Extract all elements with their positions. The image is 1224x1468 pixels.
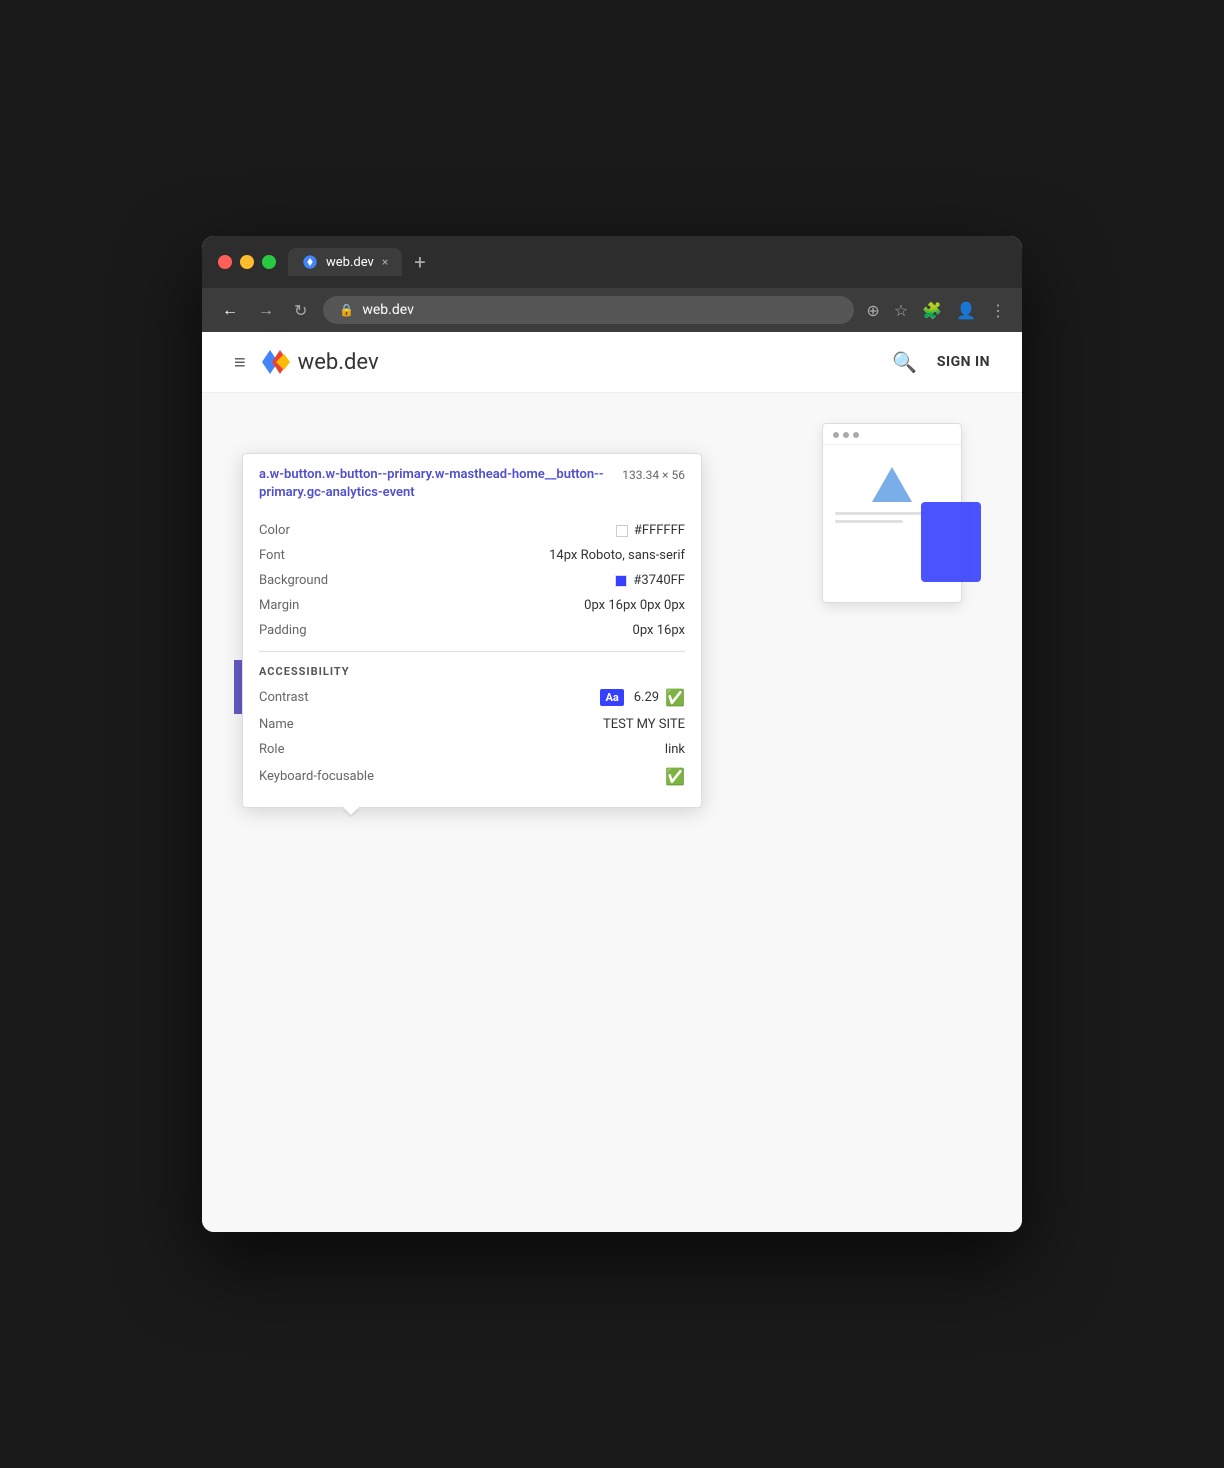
- role-value: link: [665, 742, 685, 757]
- contrast-value: Aa 6.29 ✅: [600, 688, 685, 707]
- tooltip-background-row: Background #3740FF: [259, 568, 685, 593]
- tooltip-keyboard-row: Keyboard-focusable ✅: [259, 762, 685, 791]
- maximize-button[interactable]: [262, 255, 276, 269]
- browser-window: web.dev × + ← → ↻ 🔒 web.dev ⊕ ☆ 🧩 👤 ⋮ ≡: [202, 236, 1022, 1232]
- refresh-button[interactable]: ↻: [290, 297, 311, 324]
- background-label: Background: [259, 573, 328, 588]
- tab-favicon-icon: [302, 254, 318, 270]
- hero-section: a.w-button.w-button--primary.w-masthead-…: [202, 393, 1022, 754]
- browser-tab[interactable]: web.dev ×: [288, 248, 402, 276]
- search-icon[interactable]: 🔍: [892, 350, 917, 374]
- font-label: Font: [259, 548, 285, 563]
- hero-illustration: [822, 423, 1002, 643]
- margin-value: 0px 16px 0px 0px: [584, 598, 685, 613]
- url-bar[interactable]: 🔒 web.dev: [323, 296, 854, 324]
- contrast-check-icon: ✅: [665, 688, 685, 707]
- tooltip-padding-row: Padding 0px 16px: [259, 618, 685, 643]
- extensions-icon[interactable]: 🧩: [922, 301, 942, 320]
- font-value: 14px Roboto, sans-serif: [549, 548, 685, 563]
- header-right: 🔍 SIGN IN: [892, 350, 990, 374]
- page-content: ≡ web.dev 🔍 SIGN IN a.w: [202, 332, 1022, 1232]
- role-label: Role: [259, 742, 284, 757]
- element-inspector-tooltip: a.w-button.w-button--primary.w-masthead-…: [242, 453, 702, 808]
- mockup-dot-3: [853, 432, 859, 438]
- browser-action-buttons: ⊕ ☆ 🧩 👤 ⋮: [866, 301, 1006, 320]
- webdev-logo-icon: [262, 348, 290, 376]
- profile-icon[interactable]: 👤: [956, 301, 976, 320]
- header-left: ≡ web.dev: [234, 348, 379, 376]
- keyboard-value: ✅: [665, 767, 685, 786]
- url-text: web.dev: [362, 302, 414, 318]
- mockup-line-1: [835, 512, 926, 515]
- tooltip-arrow: [343, 807, 359, 815]
- new-tab-button[interactable]: +: [414, 250, 425, 274]
- browser-mockup-illustration: [822, 423, 962, 603]
- mockup-dot-1: [833, 432, 839, 438]
- tab-bar: web.dev × +: [288, 248, 1006, 276]
- tooltip-accessibility-header: ACCESSIBILITY: [259, 660, 685, 683]
- accessibility-divider: [259, 651, 685, 652]
- minimize-button[interactable]: [240, 255, 254, 269]
- mockup-dot-2: [843, 432, 849, 438]
- back-button[interactable]: ←: [218, 296, 242, 324]
- menu-icon[interactable]: ⋮: [990, 301, 1006, 320]
- keyboard-label: Keyboard-focusable: [259, 769, 374, 784]
- mockup-triangle-shape: [872, 467, 912, 502]
- address-bar: ← → ↻ 🔒 web.dev ⊕ ☆ 🧩 👤 ⋮: [202, 288, 1022, 332]
- title-bar: web.dev × +: [202, 236, 1022, 288]
- forward-button[interactable]: →: [254, 296, 278, 324]
- tooltip-header: a.w-button.w-button--primary.w-masthead-…: [243, 454, 701, 510]
- contrast-badge: Aa: [600, 689, 623, 706]
- site-logo[interactable]: web.dev: [262, 348, 379, 376]
- sign-in-button[interactable]: SIGN IN: [937, 354, 990, 370]
- tooltip-body: Color #FFFFFF Font 14px Roboto, sans-ser…: [243, 510, 701, 807]
- mockup-dots: [823, 424, 961, 445]
- color-swatch-white: [616, 525, 628, 537]
- close-button[interactable]: [218, 255, 232, 269]
- background-value: #3740FF: [615, 573, 685, 588]
- padding-label: Padding: [259, 623, 307, 638]
- tooltip-name-row: Name TEST MY SITE: [259, 712, 685, 737]
- accessibility-label: ACCESSIBILITY: [259, 665, 350, 678]
- tooltip-contrast-row: Contrast Aa 6.29 ✅: [259, 683, 685, 712]
- tab-close-icon[interactable]: ×: [382, 255, 388, 269]
- name-label: Name: [259, 717, 294, 732]
- background-swatch-icon: [615, 575, 627, 587]
- contrast-label: Contrast: [259, 690, 309, 705]
- site-header: ≡ web.dev 🔍 SIGN IN: [202, 332, 1022, 393]
- mockup-line-2: [835, 520, 903, 523]
- mockup-accent-block: [921, 502, 981, 582]
- tooltip-margin-row: Margin 0px 16px 0px 0px: [259, 593, 685, 618]
- zoom-icon[interactable]: ⊕: [866, 301, 879, 320]
- tab-title: web.dev: [326, 255, 374, 270]
- tooltip-dimensions: 133.34 × 56: [622, 466, 685, 482]
- color-label: Color: [259, 523, 290, 538]
- tooltip-font-row: Font 14px Roboto, sans-serif: [259, 543, 685, 568]
- site-name: web.dev: [298, 350, 379, 375]
- traffic-lights: [218, 255, 276, 269]
- tooltip-role-row: Role link: [259, 737, 685, 762]
- hamburger-menu[interactable]: ≡: [234, 350, 246, 375]
- bookmark-icon[interactable]: ☆: [894, 301, 908, 320]
- color-value: #FFFFFF: [616, 523, 685, 538]
- lock-icon: 🔒: [339, 303, 354, 317]
- margin-label: Margin: [259, 598, 299, 613]
- padding-value: 0px 16px: [633, 623, 685, 638]
- tooltip-color-row: Color #FFFFFF: [259, 518, 685, 543]
- name-value: TEST MY SITE: [603, 717, 685, 732]
- keyboard-check-icon: ✅: [665, 767, 685, 786]
- tooltip-selector: a.w-button.w-button--primary.w-masthead-…: [259, 466, 610, 502]
